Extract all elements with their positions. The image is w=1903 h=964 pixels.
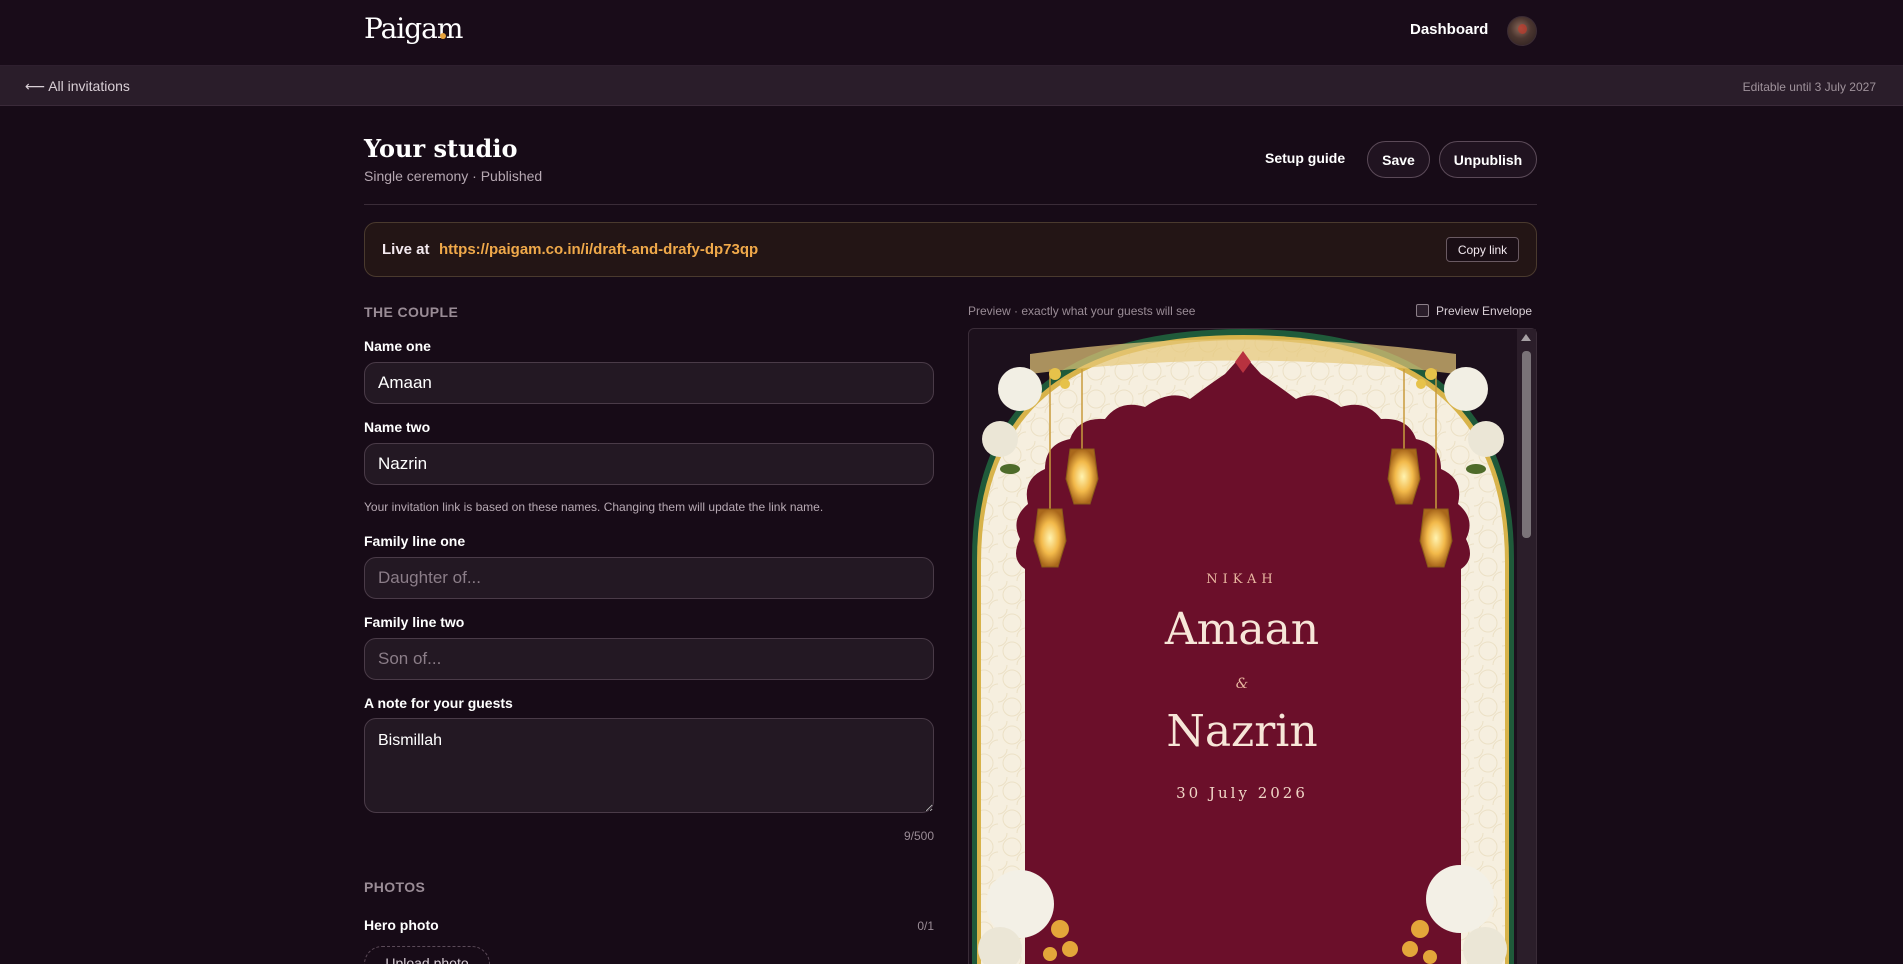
scroll-thumb[interactable] <box>1522 351 1531 538</box>
logo-dot-icon <box>440 33 446 39</box>
guest-note-label: A note for your guests <box>364 695 513 711</box>
card-ceremony: NIKAH <box>1206 572 1278 587</box>
link-helper-text: Your invitation link is based on these n… <box>364 500 824 514</box>
top-nav: Paigam Dashboard <box>0 0 1903 66</box>
preview-scrollbar[interactable] <box>1517 329 1536 964</box>
sub-bar: ⟵ All invitations Editable until 3 July … <box>0 66 1903 106</box>
all-invitations-link[interactable]: ⟵ All invitations <box>25 78 130 95</box>
editable-until-note: Editable until 3 July 2027 <box>1742 80 1876 94</box>
preview-caption: Preview · exactly what your guests will … <box>968 304 1196 318</box>
preview-envelope-label[interactable]: Preview Envelope <box>1436 304 1532 318</box>
hero-photo-count: 0/1 <box>917 919 934 933</box>
card-name-two: Nazrin <box>1166 706 1318 757</box>
name-two-label: Name two <box>364 419 431 435</box>
upload-photo-button[interactable]: Upload photo <box>364 946 490 964</box>
family-one-input[interactable] <box>364 557 934 599</box>
unpublish-button[interactable]: Unpublish <box>1439 141 1537 178</box>
name-two-input[interactable] <box>364 443 934 485</box>
hero-photo-label: Hero photo <box>364 917 439 933</box>
photos-section-heading: PHOTOS <box>364 879 426 895</box>
name-one-input[interactable] <box>364 362 934 404</box>
family-two-label: Family line two <box>364 614 465 630</box>
note-char-count: 9/500 <box>903 829 934 843</box>
live-url-bar: Live at https://paigam.co.in/i/draft-and… <box>364 222 1537 277</box>
preview-envelope-checkbox[interactable] <box>1416 304 1429 317</box>
card-date: 30 July 2026 <box>1176 784 1308 802</box>
scroll-up-arrow-icon[interactable] <box>1521 334 1531 341</box>
copy-link-button[interactable]: Copy link <box>1446 237 1519 262</box>
user-avatar[interactable] <box>1507 16 1537 46</box>
card-ampersand: & <box>1235 676 1249 692</box>
card-name-one: Amaan <box>1164 604 1320 655</box>
dashboard-link[interactable]: Dashboard <box>1410 21 1488 38</box>
family-one-label: Family line one <box>364 533 466 549</box>
family-two-input[interactable] <box>364 638 934 680</box>
setup-guide-button[interactable]: Setup guide <box>1265 150 1345 166</box>
guest-note-textarea[interactable]: Bismillah <box>364 718 934 813</box>
live-url-link[interactable]: https://paigam.co.in/i/draft-and-drafy-d… <box>439 241 758 258</box>
page-title: Your studio <box>364 134 518 163</box>
save-button[interactable]: Save <box>1367 141 1430 178</box>
header-divider <box>364 204 1537 205</box>
couple-section-heading: THE COUPLE <box>364 304 459 320</box>
live-label: Live at <box>382 241 430 258</box>
paigam-logo[interactable]: Paigam <box>364 12 463 45</box>
page-subtitle: Single ceremony · Published <box>364 168 543 184</box>
name-one-label: Name one <box>364 338 431 354</box>
